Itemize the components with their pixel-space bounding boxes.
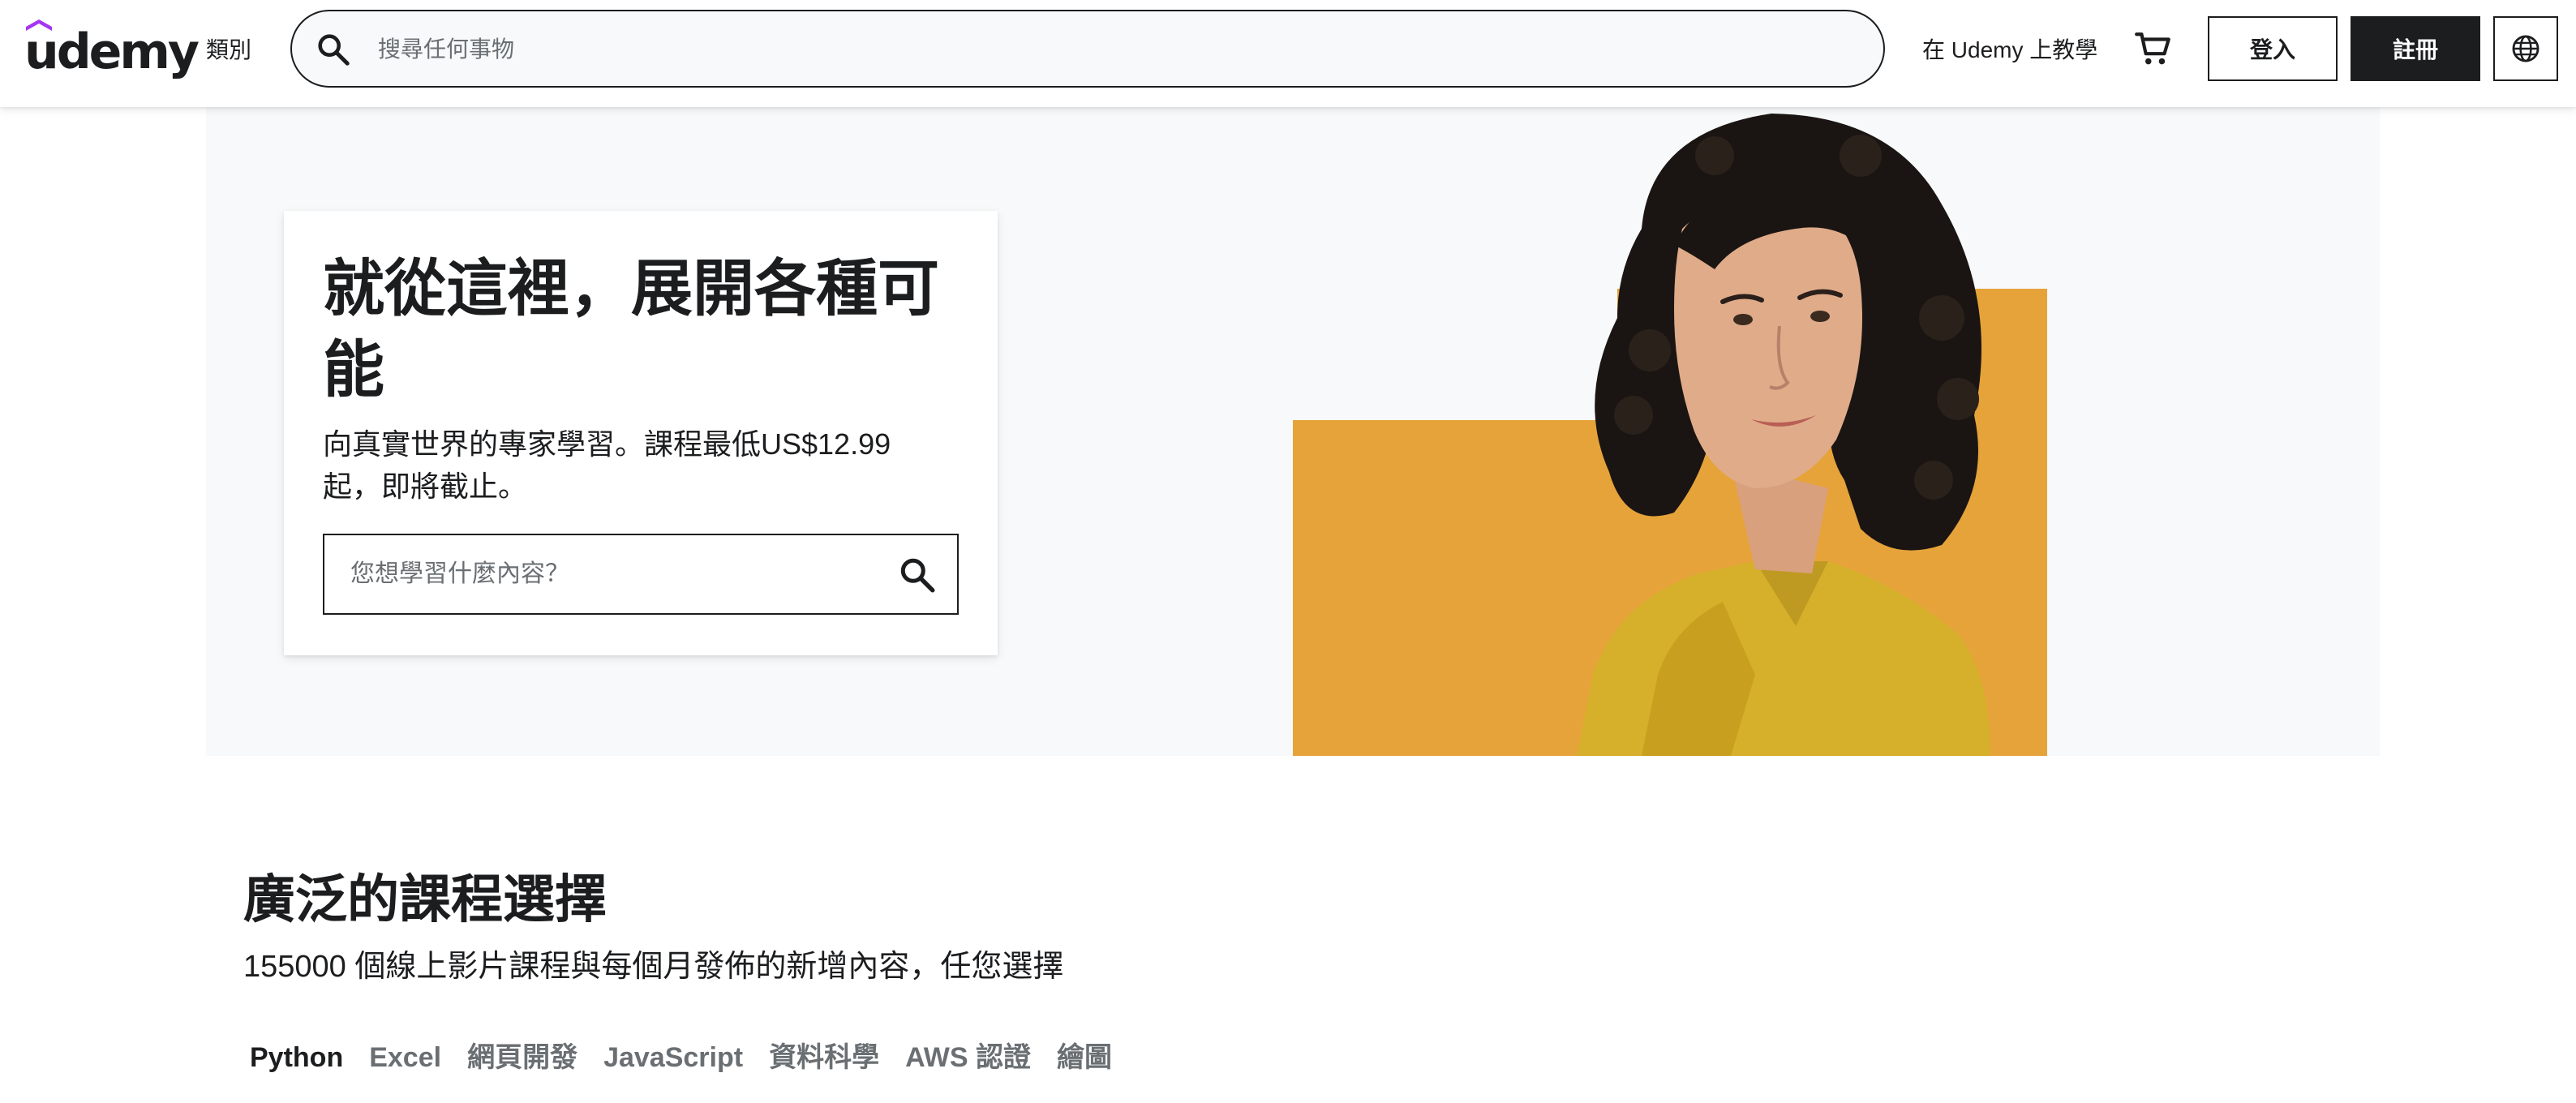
- header-search-input[interactable]: [376, 26, 1836, 73]
- categories-menu[interactable]: 類別: [206, 34, 251, 67]
- language-button[interactable]: [2493, 16, 2558, 81]
- hero-person-image: [1577, 114, 1990, 756]
- globe-icon: [2512, 35, 2540, 62]
- header-search-bar[interactable]: [290, 10, 1885, 88]
- hero-search-button[interactable]: [897, 555, 938, 595]
- login-button[interactable]: 登入: [2208, 16, 2338, 81]
- courses-section-subtitle: 155000 個線上影片課程與每個月發佈的新增內容，任您選擇: [243, 950, 1064, 984]
- course-category-tabs: Python Excel 網頁開發 JavaScript 資料科學 AWS 認證…: [243, 1033, 1131, 1082]
- hero-card: 就從這裡，展開各種可能 向真實世界的專家學習。課程最低US$12.99起，即將截…: [284, 211, 998, 655]
- tab-drawing[interactable]: 繪圖: [1050, 1033, 1131, 1082]
- logo-text: udemy: [24, 24, 200, 80]
- udemy-logo[interactable]: udemy: [24, 19, 200, 81]
- tab-aws-certification[interactable]: AWS 認證: [899, 1033, 1050, 1082]
- signup-button[interactable]: 註冊: [2351, 16, 2480, 81]
- hero-banner: 就從這裡，展開各種可能 向真實世界的專家學習。課程最低US$12.99起，即將截…: [206, 107, 2380, 756]
- hero-subtitle: 向真實世界的專家學習。課程最低US$12.99起，即將截止。: [323, 427, 891, 503]
- tab-data-science[interactable]: 資料科學: [762, 1033, 899, 1082]
- hero-title: 就從這裡，展開各種可能: [323, 252, 939, 406]
- top-header: udemy 類別 在 Udemy 上教學 登入 註冊: [0, 0, 2576, 107]
- tab-javascript[interactable]: JavaScript: [597, 1033, 762, 1082]
- cart-icon[interactable]: [2133, 29, 2174, 70]
- search-icon: [900, 558, 935, 593]
- hero-search-box[interactable]: [323, 534, 959, 615]
- tab-web-development[interactable]: 網頁開發: [461, 1033, 597, 1082]
- tab-excel[interactable]: Excel: [363, 1033, 461, 1082]
- tab-python[interactable]: Python: [243, 1033, 363, 1082]
- courses-section-title: 廣泛的課程選擇: [243, 869, 607, 930]
- hero-search-input[interactable]: [349, 553, 884, 595]
- teach-on-udemy-link[interactable]: 在 Udemy 上教學: [1922, 34, 2097, 67]
- search-icon[interactable]: [315, 31, 352, 68]
